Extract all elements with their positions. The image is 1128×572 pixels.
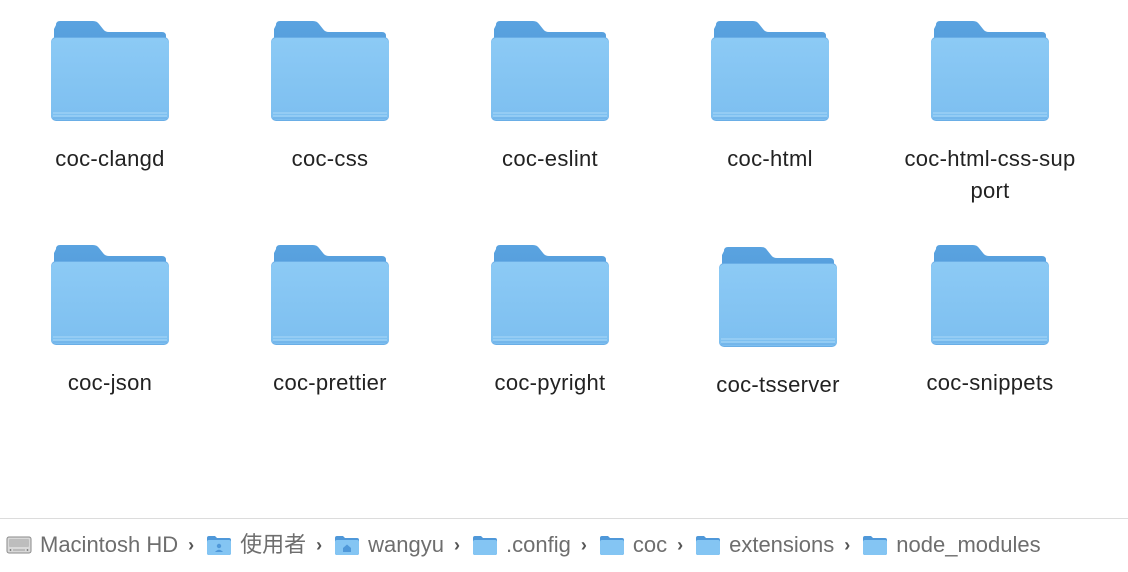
folder-item-coc-tsserver[interactable]: coc-tsserver — [678, 246, 878, 401]
users-folder-icon — [206, 534, 232, 556]
path-item-users[interactable]: 使用者 — [206, 531, 306, 559]
chevron-right-icon: › — [844, 535, 851, 555]
folder-item-coc-json[interactable]: coc-json — [10, 244, 210, 399]
folder-item-coc-clangd[interactable]: coc-clangd — [10, 20, 210, 175]
path-item-extensions[interactable]: extensions — [695, 531, 834, 559]
path-item-label: wangyu — [368, 532, 445, 557]
folder-label: coc-json — [67, 370, 153, 395]
home-folder-icon — [334, 534, 360, 556]
folder-icon — [930, 244, 1050, 346]
folder-item-coc-html-css-support[interactable]: coc-html-css-support — [880, 20, 1100, 207]
folder-icon — [490, 244, 610, 346]
breadcrumb: Macintosh HD › 使用者 › wangyu › .config › … — [6, 531, 1041, 559]
path-item-label: coc — [632, 532, 668, 557]
folder-label: coc-css — [291, 146, 369, 171]
path-item-label: 使用者 — [240, 532, 307, 557]
folder-label: coc-html-css-support — [904, 146, 1076, 203]
path-item-node-modules[interactable]: node_modules — [862, 531, 1041, 559]
path-item-label: Macintosh HD — [40, 532, 179, 557]
finder-window: coc-clangd coc-css coc-eslint coc-html c… — [0, 0, 1128, 572]
path-item-macintosh-hd[interactable]: Macintosh HD — [6, 531, 178, 559]
folder-label: coc-clangd — [55, 146, 165, 171]
folder-item-coc-eslint[interactable]: coc-eslint — [450, 20, 650, 175]
path-item-label: node_modules — [896, 532, 1041, 557]
chevron-right-icon: › — [316, 535, 323, 555]
folder-label: coc-html — [727, 146, 813, 171]
chevron-right-icon: › — [677, 535, 684, 555]
folder-icon — [270, 20, 390, 122]
folder-icon — [695, 534, 721, 556]
folder-icon — [710, 20, 830, 122]
folder-icon — [50, 244, 170, 346]
path-item-label: .config — [506, 532, 571, 557]
folder-icon — [490, 20, 610, 122]
folder-label: coc-eslint — [502, 146, 598, 171]
folder-icon — [930, 20, 1050, 122]
folder-icon — [599, 534, 625, 556]
chevron-right-icon: › — [188, 535, 195, 555]
icon-grid: coc-clangd coc-css coc-eslint coc-html c… — [0, 0, 1128, 518]
folder-icon — [862, 534, 888, 556]
path-item-wangyu[interactable]: wangyu — [334, 531, 444, 559]
path-item-coc[interactable]: coc — [599, 531, 667, 559]
folder-label: coc-tsserver — [716, 372, 840, 397]
folder-item-coc-snippets[interactable]: coc-snippets — [890, 244, 1090, 399]
folder-icon — [50, 20, 170, 122]
chevron-right-icon: › — [454, 535, 461, 555]
folder-item-coc-css[interactable]: coc-css — [230, 20, 430, 175]
folder-label: coc-snippets — [926, 370, 1054, 395]
path-item-config[interactable]: .config — [472, 531, 571, 559]
folder-icon — [472, 534, 498, 556]
folder-item-coc-pyright[interactable]: coc-pyright — [450, 244, 650, 399]
path-item-label: extensions — [729, 532, 835, 557]
path-bar: Macintosh HD › 使用者 › wangyu › .config › … — [0, 518, 1128, 572]
folder-item-coc-html[interactable]: coc-html — [670, 20, 870, 175]
folder-icon — [718, 246, 838, 348]
folder-label: coc-pyright — [494, 370, 606, 395]
folder-icon — [270, 244, 390, 346]
folder-label: coc-prettier — [273, 370, 387, 395]
folder-item-coc-prettier[interactable]: coc-prettier — [230, 244, 430, 399]
chevron-right-icon: › — [580, 535, 587, 555]
hard-drive-icon — [6, 536, 32, 554]
